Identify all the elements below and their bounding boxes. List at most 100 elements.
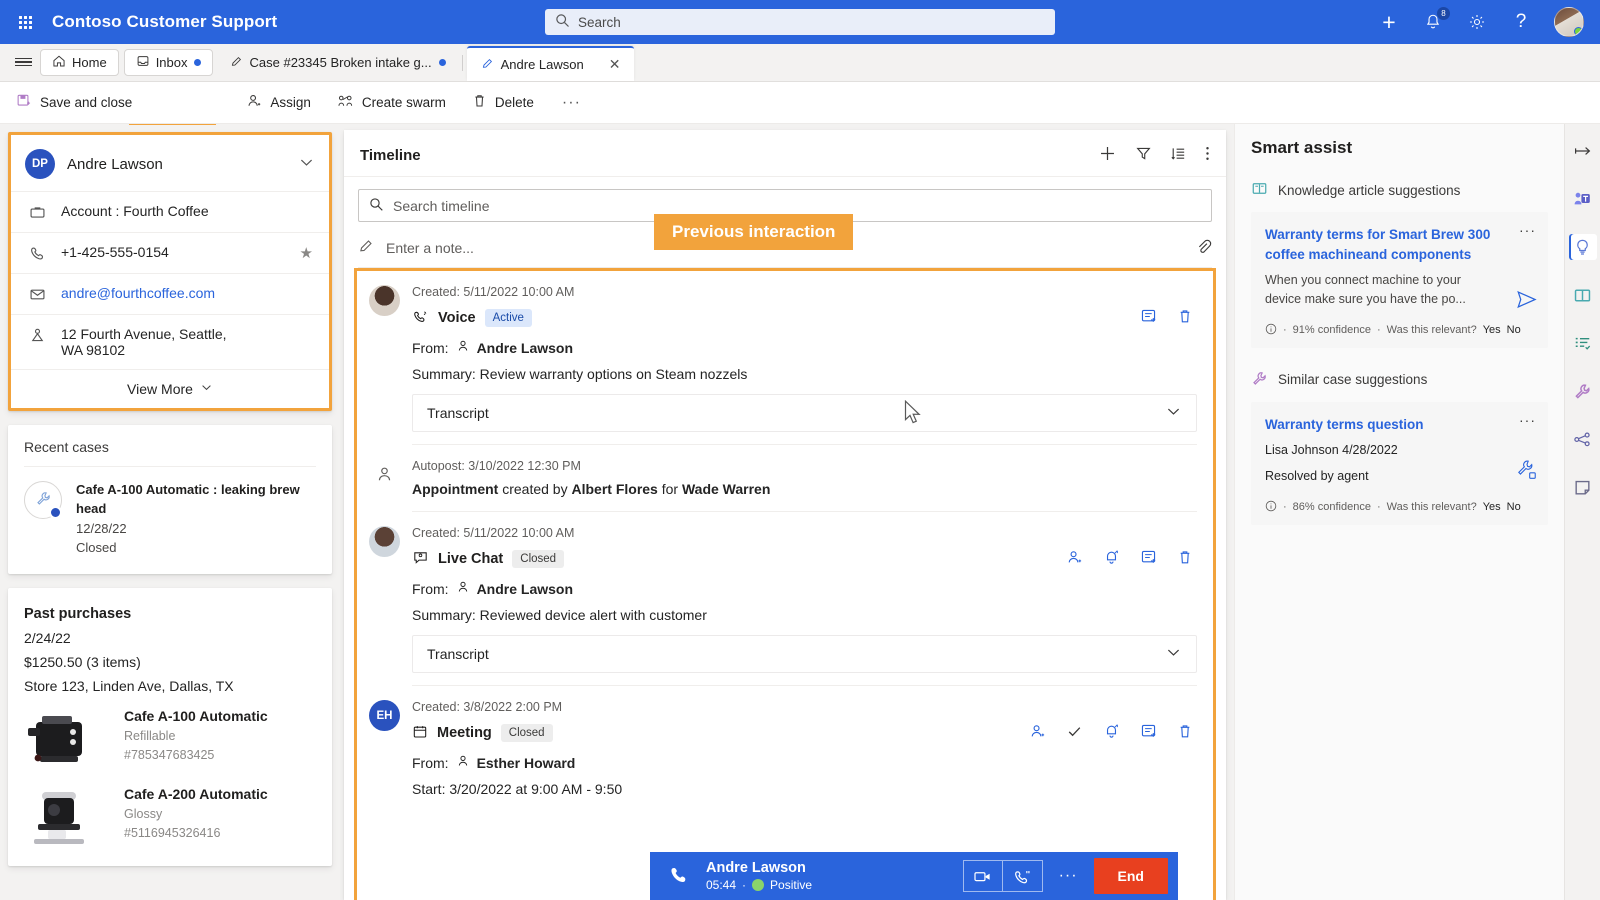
call-sentiment: Positive <box>770 878 812 892</box>
product-item[interactable]: Cafe A-100 Automatic Refillable #7853476… <box>24 708 316 772</box>
attachment-icon[interactable] <box>1195 238 1212 258</box>
profile-address-row: 12 Fourth Avenue, Seattle, WA 98102 <box>11 314 329 369</box>
timeline-search-input[interactable] <box>393 198 1201 214</box>
user-avatar[interactable] <box>1554 7 1584 37</box>
lightbulb-icon[interactable] <box>1569 234 1597 260</box>
end-call-button[interactable]: End <box>1094 858 1168 894</box>
card-overflow-icon[interactable]: ··· <box>1519 222 1536 238</box>
wrench-icon <box>35 490 52 510</box>
close-icon[interactable]: ✕ <box>609 56 621 73</box>
feedback-no-button[interactable]: No <box>1507 324 1521 336</box>
feedback-yes-button[interactable]: Yes <box>1483 324 1501 336</box>
search-input[interactable] <box>578 15 1045 30</box>
delete-button[interactable]: Delete <box>460 86 546 120</box>
timeline-type: Meeting <box>437 725 492 741</box>
assign-button[interactable]: Assign <box>234 86 323 120</box>
tab-active-label: Andre Lawson <box>501 57 584 72</box>
product-variant: Refillable <box>124 729 268 743</box>
add-record-icon[interactable] <box>1098 144 1117 166</box>
profile-email-row[interactable]: andre@fourthcoffee.com <box>11 273 329 314</box>
voice-icon <box>412 309 429 328</box>
delete-icon[interactable] <box>1177 549 1193 569</box>
tab-home[interactable]: Home <box>40 49 119 76</box>
assign-person-icon[interactable] <box>1066 549 1083 569</box>
call-overflow-button[interactable]: ··· <box>1043 867 1094 885</box>
sentiment-emoji-icon <box>752 879 764 891</box>
escalate-icon[interactable] <box>1103 549 1120 569</box>
convert-to-case-icon[interactable] <box>1140 549 1157 569</box>
chevron-down-icon[interactable] <box>298 154 315 174</box>
expand-arrow-icon[interactable] <box>1569 138 1597 164</box>
tab-andre-lawson[interactable]: Andre Lawson ✕ <box>467 46 635 81</box>
delete-icon[interactable] <box>1177 723 1193 743</box>
timeline-item-live-chat[interactable]: Created: 5/11/2022 10:00 AM Live Chat Cl… <box>357 512 1213 686</box>
call-transfer-icon[interactable] <box>1003 860 1043 892</box>
knowledge-card-title[interactable]: Warranty terms for Smart Brew 300 coffee… <box>1265 225 1534 264</box>
save-and-close-button[interactable]: Save and close <box>4 86 144 120</box>
similar-case-card[interactable]: ··· Warranty terms question Lisa Johnson… <box>1251 402 1548 525</box>
card-overflow-icon[interactable]: ··· <box>1519 412 1536 428</box>
video-icon[interactable] <box>963 860 1003 892</box>
transcript-toggle[interactable]: Transcript <box>412 394 1197 432</box>
favorite-star-icon[interactable]: ★ <box>300 244 313 262</box>
profile-phone-row[interactable]: +1-425-555-0154 ★ <box>11 232 329 273</box>
product-item[interactable]: Cafe A-200 Automatic Glossy #51169453264… <box>24 786 316 850</box>
search-icon <box>369 197 384 215</box>
app-header: Contoso Customer Support + 8 ? <box>0 0 1600 44</box>
mark-complete-icon[interactable] <box>1066 723 1083 743</box>
send-icon[interactable] <box>1515 288 1538 314</box>
wrench-icon[interactable] <box>1569 378 1597 404</box>
timeline-item-meeting[interactable]: EH Created: 3/8/2022 2:00 PM Meeting Clo… <box>357 686 1213 801</box>
filter-icon[interactable] <box>1135 145 1152 165</box>
global-search[interactable] <box>545 9 1055 35</box>
add-icon[interactable]: + <box>1378 11 1400 33</box>
timeline-note-row[interactable]: Previous interaction Enter a note... <box>358 228 1212 268</box>
teams-icon[interactable] <box>1569 186 1597 212</box>
convert-to-case-icon[interactable] <box>1140 723 1157 743</box>
hamburger-menu-icon[interactable] <box>6 43 40 81</box>
timeline-item-voice[interactable]: Created: 5/11/2022 10:00 AM Voice Active <box>357 271 1213 445</box>
customer-panel: Profile DP Andre Lawson Account : Fourth… <box>0 124 340 900</box>
link-case-icon[interactable] <box>1514 458 1538 485</box>
waffle-grid-icon[interactable] <box>10 16 40 29</box>
gear-icon[interactable] <box>1466 11 1488 33</box>
command-overflow-button[interactable]: ··· <box>548 94 595 112</box>
help-icon[interactable]: ? <box>1510 11 1532 33</box>
profile-header[interactable]: DP Andre Lawson <box>11 135 329 191</box>
profile-email[interactable]: andre@fourthcoffee.com <box>61 285 215 301</box>
profile-phone: +1-425-555-0154 <box>61 244 169 260</box>
tab-inbox[interactable]: Inbox <box>124 49 213 76</box>
timeline-item-autopost[interactable]: Autopost: 3/10/2022 12:30 PM Appointment… <box>357 445 1213 512</box>
notes-icon[interactable] <box>1569 474 1597 500</box>
convert-to-case-icon[interactable] <box>1140 308 1157 328</box>
sort-icon[interactable] <box>1170 145 1187 165</box>
timeline-title: Timeline <box>360 147 421 164</box>
recent-case-item[interactable]: Cafe A-100 Automatic : leaking brew head… <box>24 467 316 558</box>
chevron-down-icon <box>1165 403 1182 423</box>
case-status-badge <box>24 481 62 519</box>
tab-case-23345[interactable]: Case #23345 Broken intake g... <box>218 48 458 77</box>
similar-case-resolution: Resolved by agent <box>1265 467 1534 486</box>
timeline-created: Created: 5/11/2022 10:00 AM <box>412 285 1197 299</box>
knowledge-suggestion-card[interactable]: ··· Warranty terms for Smart Brew 300 co… <box>1251 212 1548 348</box>
tab-divider <box>462 55 463 71</box>
similar-case-title[interactable]: Warranty terms question <box>1265 415 1534 435</box>
notifications-icon[interactable]: 8 <box>1422 11 1444 33</box>
relationship-graph-icon[interactable] <box>1569 426 1597 452</box>
timeline-overflow-icon[interactable] <box>1205 145 1210 165</box>
transcript-toggle[interactable]: Transcript <box>412 635 1197 673</box>
feedback-no-button[interactable]: No <box>1507 501 1521 513</box>
autopost-subject: Appointment <box>412 481 498 497</box>
autopost-mid: created by <box>498 481 571 497</box>
view-more-button[interactable]: View More <box>11 369 329 408</box>
call-separator: · <box>742 878 746 892</box>
assign-person-icon[interactable] <box>1029 723 1046 743</box>
escalate-icon[interactable] <box>1103 723 1120 743</box>
create-swarm-button[interactable]: Create swarm <box>325 86 458 120</box>
activity-list-icon[interactable] <box>1569 330 1597 356</box>
knowledge-book-icon[interactable] <box>1569 282 1597 308</box>
inbox-unread-dot <box>194 59 201 66</box>
timeline-from-label: From: <box>412 340 449 356</box>
feedback-yes-button[interactable]: Yes <box>1483 501 1501 513</box>
delete-icon[interactable] <box>1177 308 1193 328</box>
